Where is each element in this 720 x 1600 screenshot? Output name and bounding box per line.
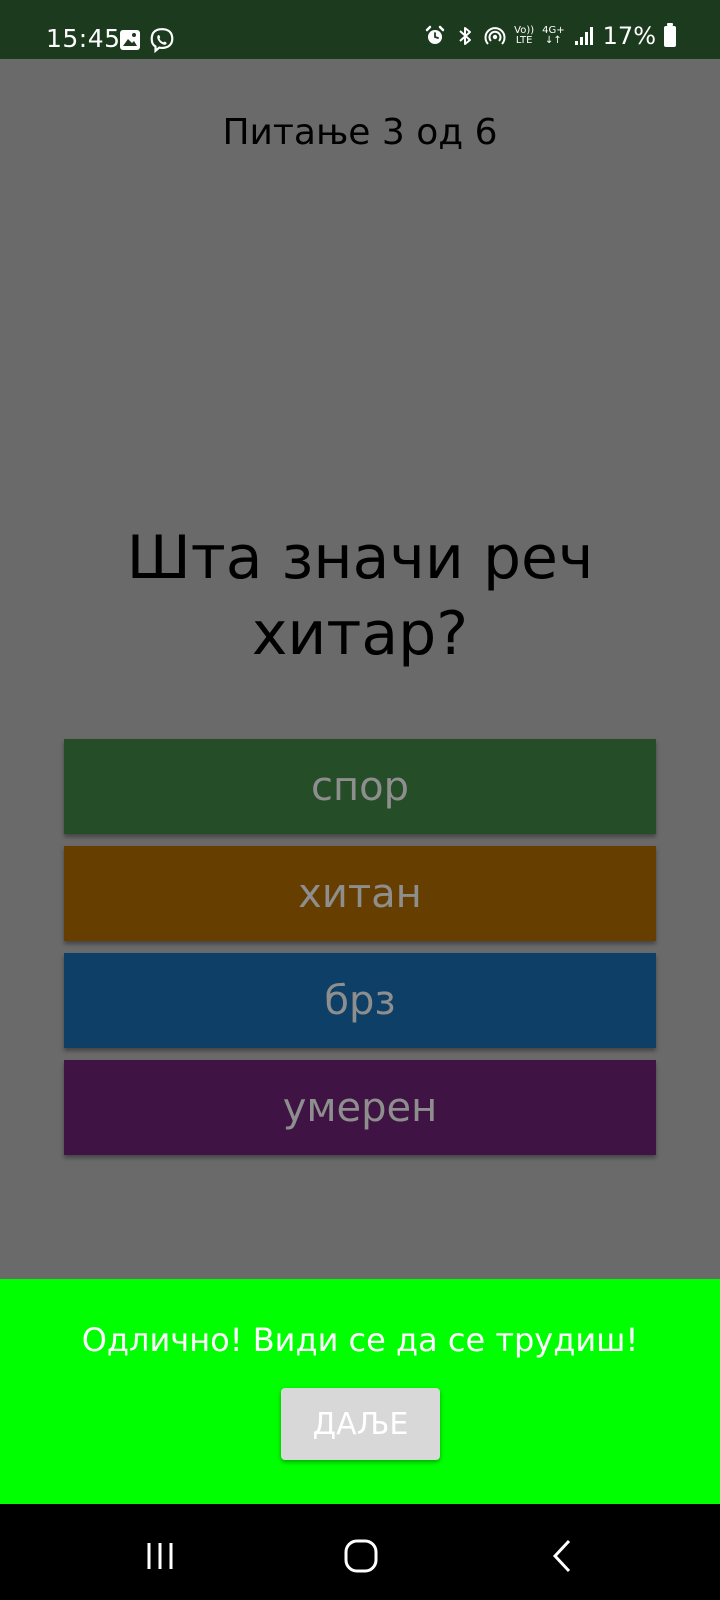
4g-plus-icon: 4G+ ↓↑ xyxy=(542,26,565,46)
home-button[interactable] xyxy=(331,1526,391,1586)
volte-bottom: LTE xyxy=(515,35,533,46)
answer-button-3[interactable]: брз xyxy=(64,953,656,1048)
status-bar: 15:45 Vo)) LTE 4G+ ↓↑ 17% xyxy=(0,0,720,59)
net-activity: ↓↑ xyxy=(545,35,562,46)
home-icon xyxy=(344,1539,378,1573)
answer-list: спор хитан брз умерен xyxy=(64,739,656,1167)
recent-apps-button[interactable] xyxy=(130,1526,190,1586)
answer-button-4[interactable]: умерен xyxy=(64,1060,656,1155)
feedback-message: Одлично! Види се да се трудиш! xyxy=(81,1321,639,1359)
status-system-icons: Vo)) LTE 4G+ ↓↑ 17% xyxy=(424,22,676,50)
status-time: 15:45 xyxy=(46,24,121,53)
back-icon xyxy=(552,1539,571,1573)
recent-apps-icon xyxy=(147,1543,173,1569)
status-notification-icons xyxy=(119,27,175,53)
navigation-bar xyxy=(0,1504,720,1600)
answer-button-2[interactable]: хитан xyxy=(64,846,656,941)
volte-icon: Vo)) LTE xyxy=(514,26,534,46)
feedback-panel: Одлично! Види се да се трудиш! ДАЉЕ xyxy=(0,1279,720,1504)
back-button[interactable] xyxy=(533,1526,593,1586)
viber-icon xyxy=(150,28,174,53)
answer-button-1[interactable]: спор xyxy=(64,739,656,834)
alarm-icon xyxy=(425,25,445,44)
battery-percent: 17% xyxy=(602,22,656,50)
next-button[interactable]: ДАЉЕ xyxy=(281,1388,440,1460)
bluetooth-icon xyxy=(459,27,472,45)
gallery-icon xyxy=(120,30,140,50)
signal-icon xyxy=(574,27,593,45)
battery-icon xyxy=(664,22,676,47)
question-counter: Питање 3 од 6 xyxy=(222,112,498,153)
question-text: Шта значи реч хитар? xyxy=(126,523,594,669)
hotspot-icon xyxy=(484,27,506,45)
